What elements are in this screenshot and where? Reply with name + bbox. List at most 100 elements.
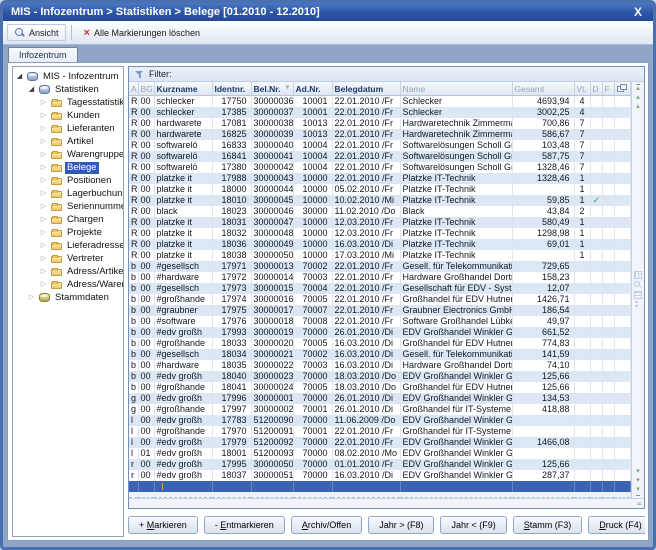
tree-item-positionen[interactable]: ▷ Positionen (13, 174, 123, 187)
table-row[interactable]: l00#edv großh17783512000907000011.06.200… (129, 415, 631, 426)
scroll-first-icon[interactable]: ▴ (636, 84, 640, 94)
table-row[interactable]: R00platzke it18038300000501000017.03.201… (129, 250, 631, 261)
jahr-prev-button[interactable]: Jahr < (F9) (440, 516, 506, 534)
table-row[interactable]: l01#edv großh18001512000937000008.02.201… (129, 448, 631, 459)
twisty-icon[interactable]: ▷ (39, 189, 48, 198)
table-row[interactable]: r00#edv großh17995300000507000001.01.201… (129, 459, 631, 470)
table-row[interactable]: b00#edv großh17993300000197000026.01.201… (129, 327, 631, 338)
archiv-offen-button[interactable]: Archiv/Offen (291, 516, 362, 534)
twisty-icon[interactable]: ▷ (39, 241, 48, 250)
table-row[interactable]: R00black18023300000463000011.02.2010 /Do… (129, 206, 631, 217)
twisty-icon[interactable]: ▷ (39, 280, 48, 289)
clear-marks-button[interactable]: × Alle Markierungen löschen (77, 25, 208, 41)
filter-row[interactable]: Filter: (129, 67, 644, 82)
twisty-icon[interactable]: ◢ (27, 85, 36, 94)
column-header-d[interactable]: D (590, 82, 602, 96)
table-row[interactable]: b00#graubner17975300000177000722.01.2010… (129, 305, 631, 316)
table-row[interactable]: R00softwarelö17380300000421000422.01.201… (129, 162, 631, 173)
tree-item-statistiken[interactable]: ◢ Statistiken (13, 83, 123, 96)
tree-item-vertreter[interactable]: ▷ Vertreter (13, 252, 123, 265)
table-row[interactable]: R00platzke it18000300000441000005.02.201… (129, 184, 631, 195)
twisty-icon[interactable]: ▷ (39, 150, 48, 159)
jahr-next-button[interactable]: Jahr > (F8) (368, 516, 434, 534)
table-row[interactable]: R00platzke it18032300000481000012.03.201… (129, 228, 631, 239)
column-header-vt[interactable]: Vt. (574, 82, 590, 96)
table-row[interactable]: l00#großhande17970512000917000122.01.201… (129, 426, 631, 437)
tree-item-chargen[interactable]: ▷ Chargen (13, 213, 123, 226)
table-row[interactable]: b00#großhande17974300000167000522.01.201… (129, 294, 631, 305)
stamm-button[interactable]: Stamm (F3) (513, 516, 583, 534)
column-header-f[interactable]: F (602, 82, 614, 96)
table-row[interactable]: b00#großhande18033300000207000516.03.201… (129, 338, 631, 349)
selected-row[interactable] (129, 481, 631, 492)
table-row[interactable]: b00#großhande18041300000247000518.03.201… (129, 382, 631, 393)
column-header-belnr[interactable]: Bel.Nr.▼ (251, 82, 293, 96)
table-row[interactable]: b00#hardware18035300000227000316.03.2010… (129, 360, 631, 371)
column-header-identnr[interactable]: Identnr. (212, 82, 251, 96)
table-row[interactable]: b00#software17976300000187000822.01.2010… (129, 316, 631, 327)
tree-item-seriennummern[interactable]: ▷ Seriennummern (13, 200, 123, 213)
entmarkieren-button[interactable]: - Entmarkieren (204, 516, 285, 534)
column-header-adnr[interactable]: Ad.Nr. (293, 82, 332, 96)
close-button[interactable]: X (631, 5, 645, 19)
column-header-belegdatum[interactable]: Belegdatum (332, 82, 400, 96)
twisty-icon[interactable]: ▷ (39, 202, 48, 211)
druck-button[interactable]: Druck (F4) (588, 516, 645, 534)
twisty-icon[interactable]: ▷ (39, 254, 48, 263)
twisty-icon[interactable]: ◢ (15, 72, 24, 81)
tree-item-lieferanten[interactable]: ▷ Lieferanten (13, 122, 123, 135)
columns-icon[interactable] (634, 271, 642, 279)
table-row[interactable]: g00#edv großh17996300000017000026.01.201… (129, 393, 631, 404)
search-icon[interactable] (634, 281, 642, 289)
table-row[interactable]: R00hardwarete17081300000381001322.01.201… (129, 118, 631, 129)
table-row[interactable]: r00#edv großh18037300000517000016.03.201… (129, 470, 631, 481)
table-row[interactable]: R00softwarelö16833300000401000422.01.201… (129, 140, 631, 151)
table-row[interactable]: R00schlecker17385300000371000122.01.2010… (129, 107, 631, 118)
table-row[interactable]: R00platzke it18031300000471000012.03.201… (129, 217, 631, 228)
horizontal-scrollbar[interactable]: ≍ (129, 498, 644, 508)
scroll-next-page-icon[interactable]: ▾ (636, 468, 640, 477)
scroll-last-icon[interactable]: ▾ (636, 486, 640, 496)
table-row[interactable]: R00platzke it17988300000431000022.01.201… (129, 173, 631, 184)
sort-icon[interactable] (634, 301, 642, 309)
twisty-icon[interactable]: ▷ (39, 267, 48, 276)
ansicht-button[interactable]: Ansicht (7, 24, 66, 41)
twisty-icon[interactable]: ▷ (39, 215, 48, 224)
tree-item-adress-artikel[interactable]: ▷ Adress/Artikel (13, 265, 123, 278)
markieren-button[interactable]: + Markieren (128, 516, 198, 534)
tree-item-kunden[interactable]: ▷ Kunden (13, 109, 123, 122)
fit-width-icon[interactable]: ≍ (636, 500, 642, 508)
column-header-a[interactable]: A (129, 82, 138, 96)
scroll-down-icon[interactable]: ▾ (636, 477, 640, 486)
table-row[interactable]: R00schlecker17750300000361000122.01.2010… (129, 96, 631, 108)
twisty-icon[interactable]: ▷ (27, 293, 36, 302)
column-header-kurzname[interactable]: Kurzname (154, 82, 212, 96)
table-row[interactable]: R00platzke it18036300000491000016.03.201… (129, 239, 631, 250)
table-row[interactable]: b00#gesellsch18034300000217000216.03.201… (129, 349, 631, 360)
twisty-icon[interactable]: ▷ (39, 228, 48, 237)
twisty-icon[interactable]: ▷ (39, 137, 48, 146)
tree-item-mis-infozentrum[interactable]: ◢ MIS - Infozentrum (13, 70, 123, 83)
tree-item-belege[interactable]: ▷ Belege (13, 161, 123, 174)
scroll-prev-page-icon[interactable]: ▴ (636, 103, 640, 112)
tree-item-lieferadressen[interactable]: ▷ Lieferadressen (13, 239, 123, 252)
table-row[interactable]: l00#edv großh17979512000927000022.01.201… (129, 437, 631, 448)
tree-item-artikel[interactable]: ▷ Artikel (13, 135, 123, 148)
tree-item-projekte[interactable]: ▷ Projekte (13, 226, 123, 239)
tree-item-lagerbuchungen[interactable]: ▷ Lagerbuchungen (13, 187, 123, 200)
table-row[interactable]: g00#großhande17997300000027000126.01.201… (129, 404, 631, 415)
tree-item-adress-warengruppen[interactable]: ▷ Adress/Warengruppen (13, 278, 123, 291)
table-row[interactable]: b00#gesellsch17973300000157000422.01.201… (129, 283, 631, 294)
table-row[interactable]: b00#hardware17972300000147000322.01.2010… (129, 272, 631, 283)
tree-item-warengruppen[interactable]: ▷ Warengruppen (13, 148, 123, 161)
twisty-icon[interactable]: ▷ (39, 163, 48, 172)
twisty-icon[interactable]: ▷ (39, 98, 48, 107)
twisty-icon[interactable]: ▷ (39, 176, 48, 185)
table-row[interactable]: R00hardwarete16825300000391001322.01.201… (129, 129, 631, 140)
scroll-up-icon[interactable]: ▴ (636, 94, 640, 103)
column-header-gesamt[interactable]: Gesamt (512, 82, 574, 96)
tab-infozentrum[interactable]: Infozentrum (8, 47, 78, 62)
table-row[interactable]: R00softwarelö16841300000411000422.01.201… (129, 151, 631, 162)
twisty-icon[interactable]: ▷ (39, 111, 48, 120)
grid-corner-button[interactable] (614, 82, 631, 96)
